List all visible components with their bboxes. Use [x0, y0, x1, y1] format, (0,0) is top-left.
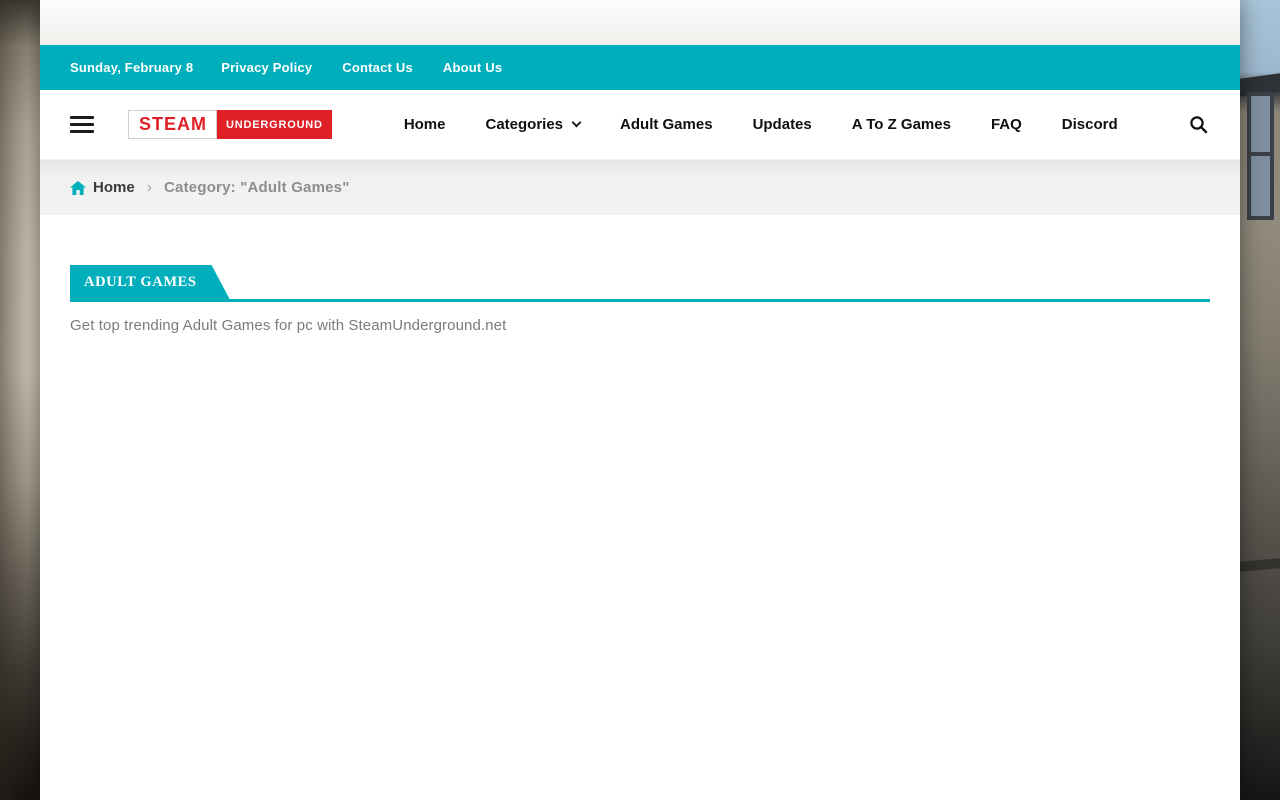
nav-adult-games[interactable]: Adult Games [620, 116, 713, 133]
site-header: STEAM UNDERGROUND Home Categories Adult … [40, 90, 1240, 160]
date-text: Sunday, February 8 [70, 60, 193, 75]
menu-icon-bar [70, 123, 94, 126]
menu-icon-bar [70, 130, 94, 133]
breadcrumb-home-link[interactable]: Home [70, 179, 135, 196]
nav-a-to-z-games-label: A To Z Games [852, 116, 951, 133]
nav-home[interactable]: Home [404, 116, 446, 133]
topbar-link-about-us[interactable]: About Us [443, 60, 502, 75]
nav-categories[interactable]: Categories [486, 116, 581, 133]
breadcrumb-home-label: Home [93, 179, 135, 196]
logo-underground-text: UNDERGROUND [217, 110, 332, 139]
chevron-down-icon [572, 118, 582, 128]
nav-home-label: Home [404, 116, 446, 133]
background-window-shape [1247, 92, 1274, 220]
nav-a-to-z-games[interactable]: A To Z Games [852, 116, 951, 133]
section-title-ribbon: ADULT GAMES [70, 265, 230, 299]
page-top-spacer [40, 0, 1240, 45]
topbar-link-privacy-policy[interactable]: Privacy Policy [221, 60, 312, 75]
menu-icon[interactable] [70, 112, 94, 137]
nav-faq[interactable]: FAQ [991, 116, 1022, 133]
section-header: ADULT GAMES [70, 265, 1210, 302]
nav-adult-games-label: Adult Games [620, 116, 713, 133]
topbar: Sunday, February 8 Privacy Policy Contac… [40, 45, 1240, 90]
menu-icon-bar [70, 116, 94, 119]
topbar-link-contact-us[interactable]: Contact Us [342, 60, 413, 75]
main-content: ADULT GAMES Get top trending Adult Games… [40, 215, 1240, 334]
search-icon [1189, 115, 1208, 134]
nav-updates-label: Updates [753, 116, 812, 133]
section-underline [70, 299, 1210, 302]
page-container: Sunday, February 8 Privacy Policy Contac… [40, 0, 1240, 800]
background-image-right [1240, 0, 1280, 800]
nav-discord-label: Discord [1062, 116, 1118, 133]
breadcrumb-current: Category: "Adult Games" [164, 179, 350, 196]
background-window-divider [1251, 152, 1270, 156]
background-image-left [0, 0, 40, 800]
background-ledge-shape [1240, 558, 1280, 571]
category-description: Get top trending Adult Games for pc with… [70, 317, 1210, 334]
main-nav: Home Categories Adult Games Updates A To… [404, 116, 1118, 133]
search-button[interactable] [1185, 111, 1212, 138]
logo-steam-text: STEAM [128, 110, 217, 139]
home-icon [70, 181, 86, 195]
nav-discord[interactable]: Discord [1062, 116, 1118, 133]
site-logo[interactable]: STEAM UNDERGROUND [128, 110, 332, 139]
nav-updates[interactable]: Updates [753, 116, 812, 133]
breadcrumb: Home › Category: "Adult Games" [40, 160, 1240, 215]
nav-faq-label: FAQ [991, 116, 1022, 133]
nav-categories-label: Categories [486, 116, 564, 133]
breadcrumb-separator: › [147, 179, 152, 197]
